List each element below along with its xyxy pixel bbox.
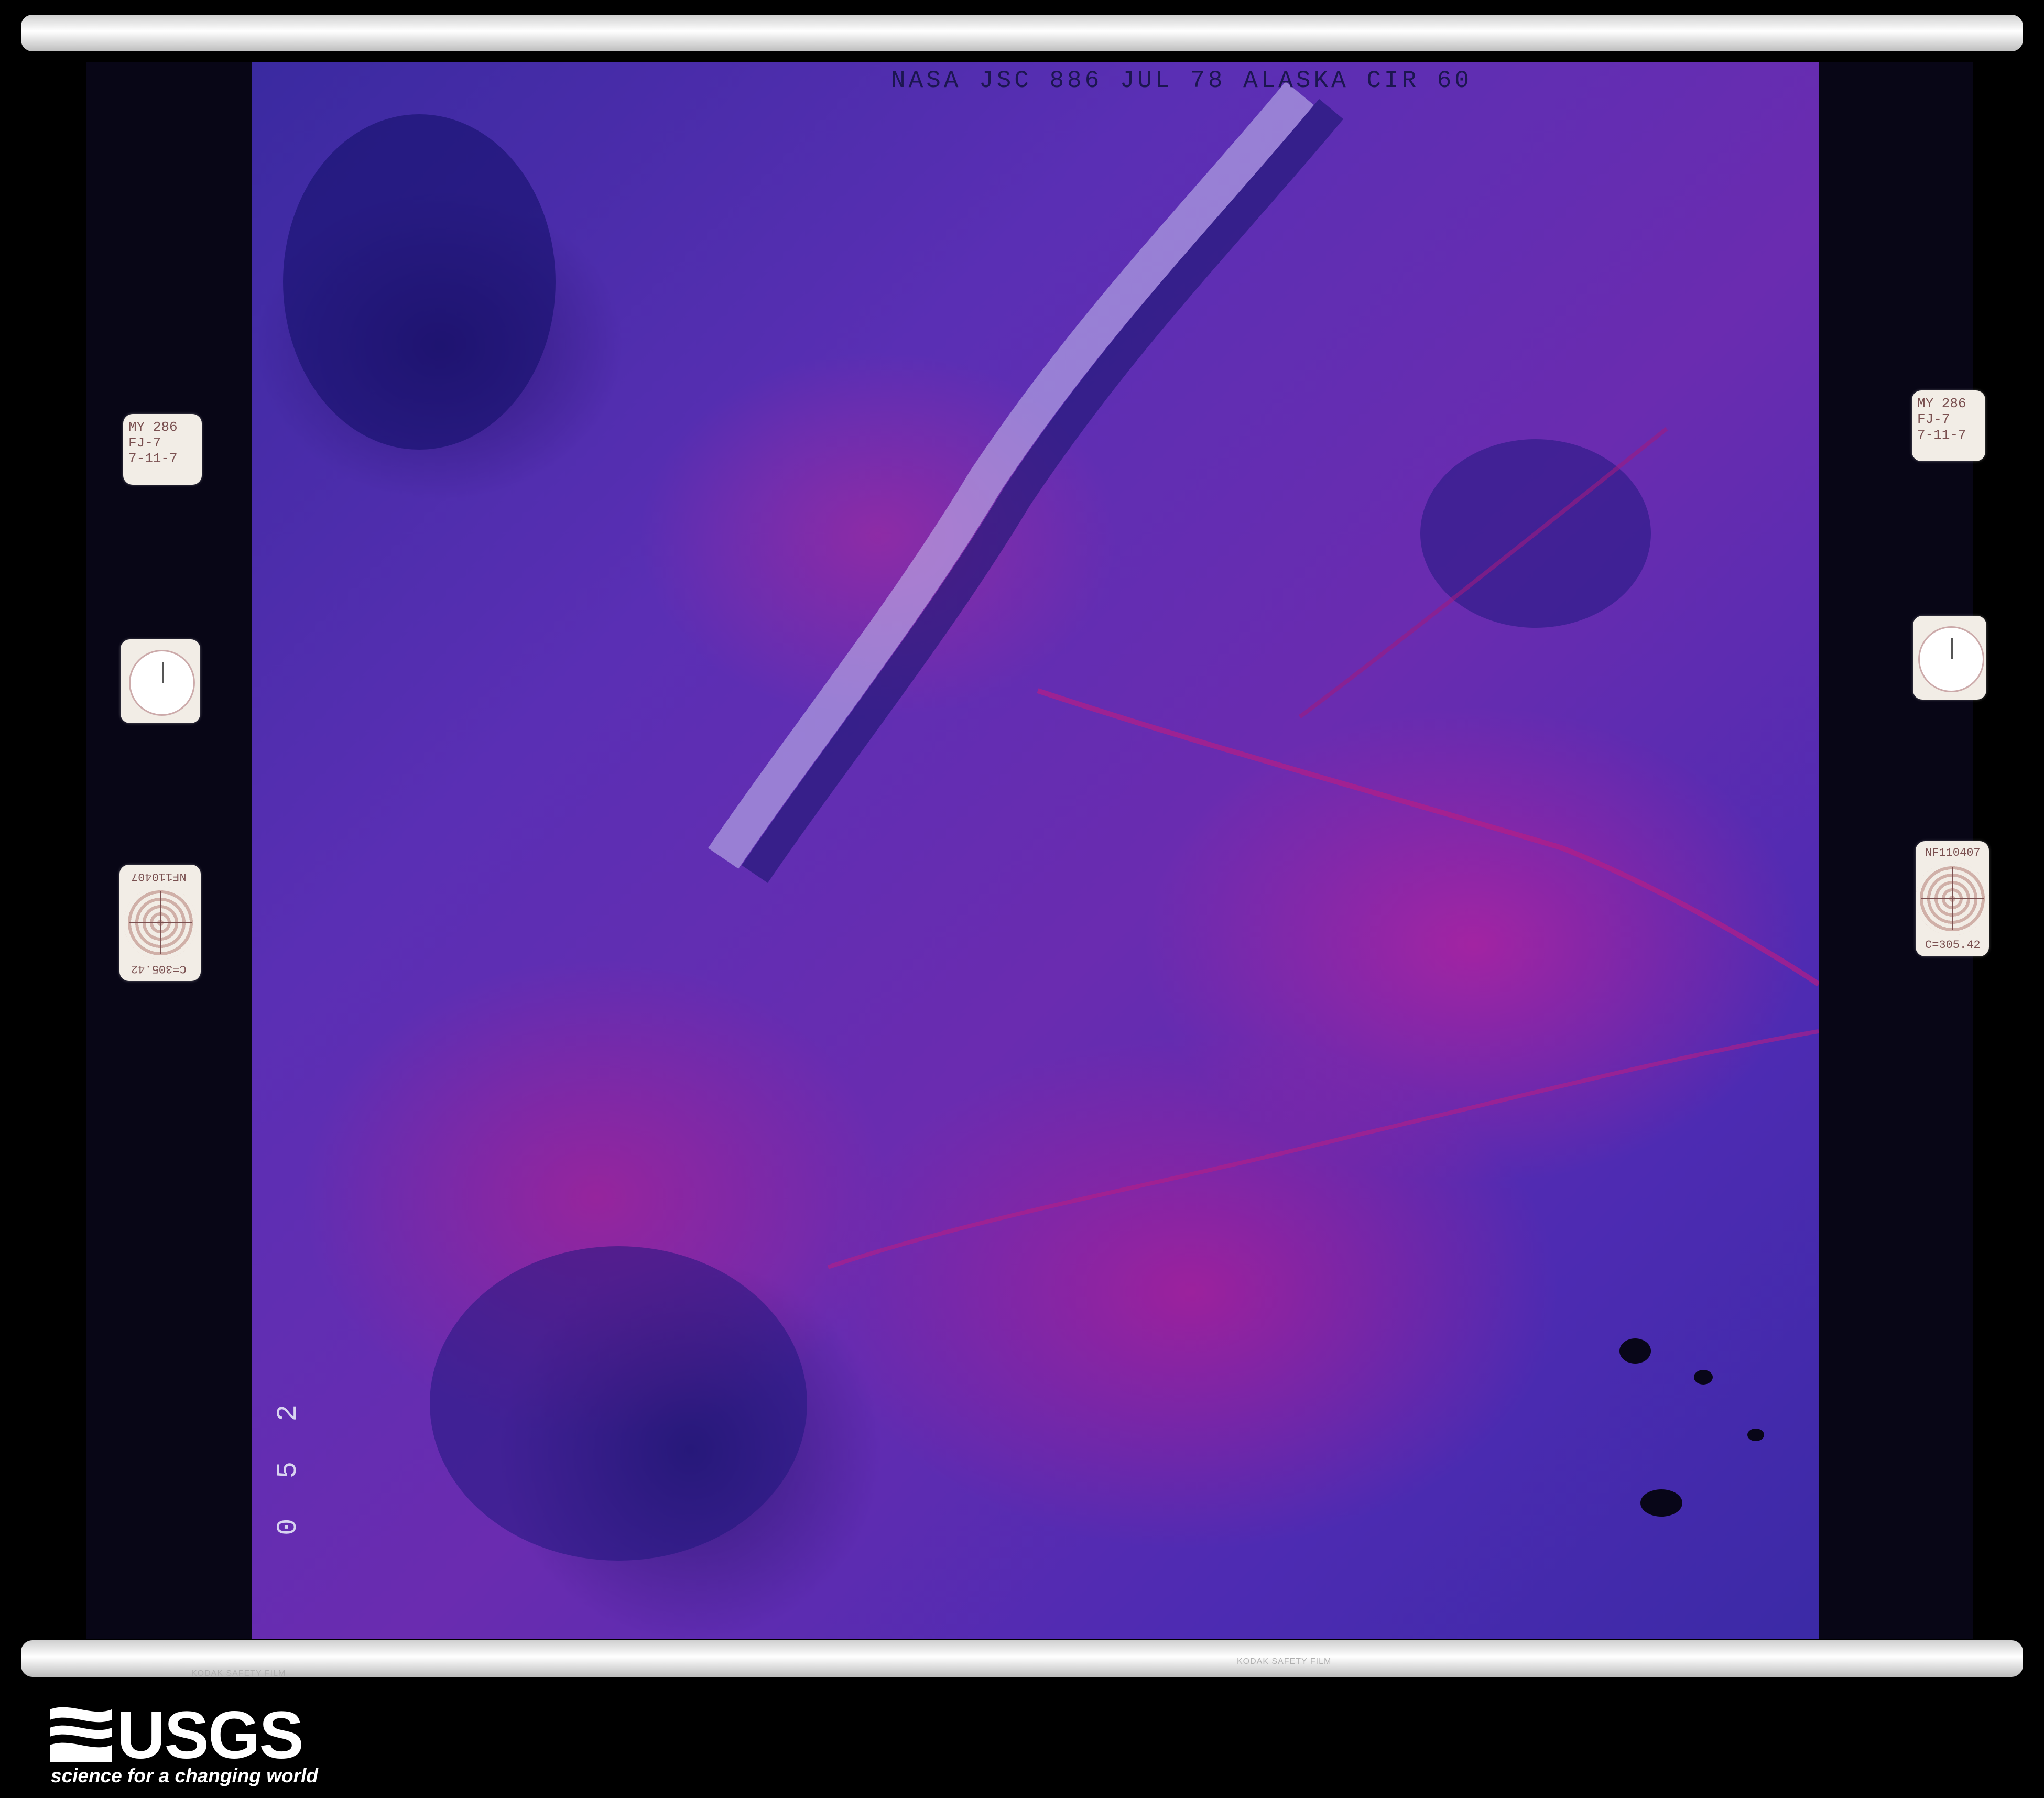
drainage-channel — [1037, 688, 1819, 987]
clock-icon — [1918, 626, 1984, 692]
usgs-logo: USGS science for a changing world — [50, 1698, 318, 1788]
target-serial-left: NF110407 — [131, 870, 187, 883]
target-calibration-right: C=305.42 — [1925, 939, 1981, 952]
film-rail-top — [21, 15, 2023, 51]
ridge-shadow — [742, 99, 1344, 883]
left-card-text: MY 286 FJ-7 7-11-7 — [128, 419, 178, 466]
right-data-card: MY 286 FJ-7 7-11-7 — [1912, 390, 1985, 461]
left-clock-card — [121, 639, 200, 723]
frame-number: 0 5 2 — [273, 1392, 305, 1535]
dark-valley — [283, 114, 556, 450]
usgs-wordmark: USGS — [117, 1698, 304, 1773]
terrain-overlay — [283, 81, 1819, 1561]
left-data-card: MY 286 FJ-7 7-11-7 — [123, 414, 202, 485]
film-edge-text: KODAK SAFETY FILM — [191, 1669, 286, 1678]
dark-valley — [430, 1246, 807, 1561]
film-edge-text: KODAK SAFETY FILM — [1237, 1657, 1332, 1666]
usgs-tagline: science for a changing world — [51, 1765, 318, 1786]
target-serial-right: NF110407 — [1925, 846, 1981, 859]
right-card-text: MY 286 FJ-7 7-11-7 — [1917, 396, 1966, 443]
usgs-wave-icon — [50, 1707, 112, 1762]
lake — [1640, 1489, 1682, 1517]
aerial-photograph — [252, 62, 1819, 1639]
lake — [1619, 1338, 1651, 1364]
frame-header-text: NASA JSC 886 JUL 78 ALASKA CIR 60 — [891, 67, 1472, 94]
left-target-card: NF110407 C=305.42 — [119, 865, 201, 981]
film-rail-bottom — [21, 1640, 2023, 1677]
lake — [1694, 1370, 1713, 1385]
drainage-channel — [827, 1029, 1819, 1269]
target-icon — [1916, 862, 1989, 935]
right-target-card: NF110407 C=305.42 — [1916, 841, 1989, 956]
target-icon — [123, 886, 197, 960]
clock-icon — [129, 650, 195, 716]
right-clock-card — [1913, 616, 1986, 700]
lake — [1747, 1429, 1764, 1441]
target-calibration-left: C=305.42 — [131, 962, 187, 975]
